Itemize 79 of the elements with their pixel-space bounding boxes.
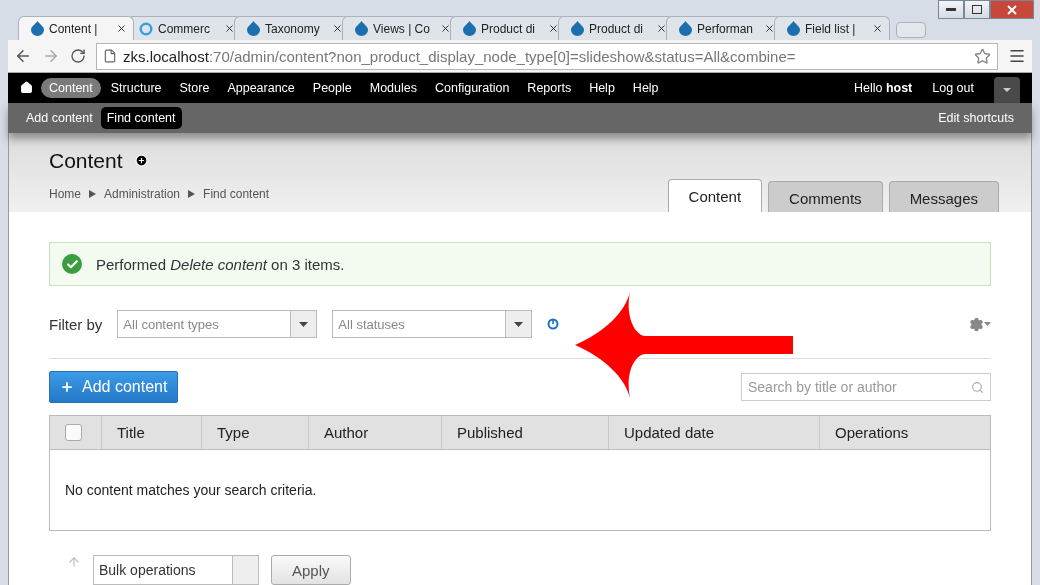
message-text: Performed Delete content on 3 items. [96,255,345,273]
browser-tab[interactable]: Field list | [774,16,890,41]
breadcrumb-link[interactable]: Home [49,186,81,201]
search-icon [971,380,984,394]
page-icon [103,49,117,64]
page-tab[interactable]: Content [667,179,763,212]
bulk-select[interactable]: Bulk operations [93,555,259,585]
address-field[interactable]: zks.localhost:70/admin/content?non_product_display_node_type[0]=slideshow&status=All&combine= [96,42,998,70]
close-icon[interactable] [872,23,883,35]
page-tab[interactable]: Comments [768,181,883,212]
column-header[interactable]: Author [308,416,441,449]
close-icon[interactable] [116,23,127,35]
maximize-button[interactable] [964,0,990,19]
user-greeting: Hello host [852,80,914,95]
separator-icon [89,189,96,198]
spinner-icon [547,318,560,330]
close-icon[interactable] [224,23,235,35]
check-icon [62,254,82,274]
close-icon[interactable] [656,23,667,35]
reload-icon[interactable] [70,48,86,65]
browser-tab[interactable]: Content | [18,16,134,41]
menu-item[interactable]: Content [41,77,101,98]
toolbar-toggle[interactable] [994,76,1020,103]
caret-icon [299,321,309,327]
shortcut-link[interactable]: Add content [20,106,99,129]
settings-icon[interactable] [969,316,991,332]
empty-message: No content matches your search criteria. [64,481,318,500]
drop-icon [463,21,476,37]
page-title: Content [49,148,123,173]
minimize-icon [946,8,956,11]
column-header[interactable]: Title [101,416,201,449]
home-icon[interactable] [20,81,33,95]
menu-item[interactable]: Appearance [219,77,303,98]
up-arrow-icon [67,555,81,569]
drop-icon [787,21,800,37]
drop-icon [679,21,692,37]
filter-select[interactable]: All statuses [332,310,533,338]
shortcut-link[interactable]: Find content [100,106,182,129]
caret-icon [1003,87,1011,92]
menu-item[interactable]: Store [171,77,218,98]
menu-item[interactable]: Help [581,77,623,98]
menu-item[interactable]: Structure [102,77,170,98]
edit-shortcuts-link[interactable]: Edit shortcuts [932,106,1020,129]
filter-label: Filter by [49,315,103,333]
minimize-button[interactable] [938,0,964,19]
column-header[interactable]: Type [201,416,308,449]
menu-item[interactable]: People [304,77,360,98]
close-icon[interactable] [548,23,559,35]
menu-item[interactable]: Configuration [427,77,518,98]
drop-icon [571,21,584,37]
column-header[interactable]: Updated date [608,416,819,449]
breadcrumb-link[interactable]: Administration [104,186,181,201]
menu-item[interactable]: Reports [519,77,580,98]
close-icon[interactable] [764,23,775,35]
caret-icon [514,321,524,327]
menu-item[interactable]: Modules [361,77,425,98]
drop-icon [247,21,260,37]
drop-icon [355,21,368,37]
separator-icon [188,189,196,198]
menu-item[interactable]: Help [624,77,667,98]
logout-link[interactable]: Log out [924,77,982,98]
drop-icon [31,21,44,37]
filter-select[interactable]: All content types [117,310,318,338]
add-shortcut-icon[interactable] [134,154,148,168]
page-tab[interactable]: Messages [888,181,999,212]
close-icon[interactable] [440,23,451,35]
close-button[interactable] [990,0,1034,19]
column-header[interactable]: Published [441,416,608,449]
breadcrumb-link[interactable]: Find content [203,186,270,201]
add-content-button[interactable]: Add content [49,371,179,403]
apply-button[interactable]: Apply [271,555,351,585]
maximize-icon [972,5,982,14]
select-all-checkbox[interactable] [65,424,82,441]
plus-icon [60,380,74,394]
column-header[interactable]: Operations [819,416,990,449]
close-icon[interactable] [332,23,343,35]
star-icon[interactable] [974,47,991,65]
close-icon [1007,4,1017,15]
ring-icon [139,21,153,36]
